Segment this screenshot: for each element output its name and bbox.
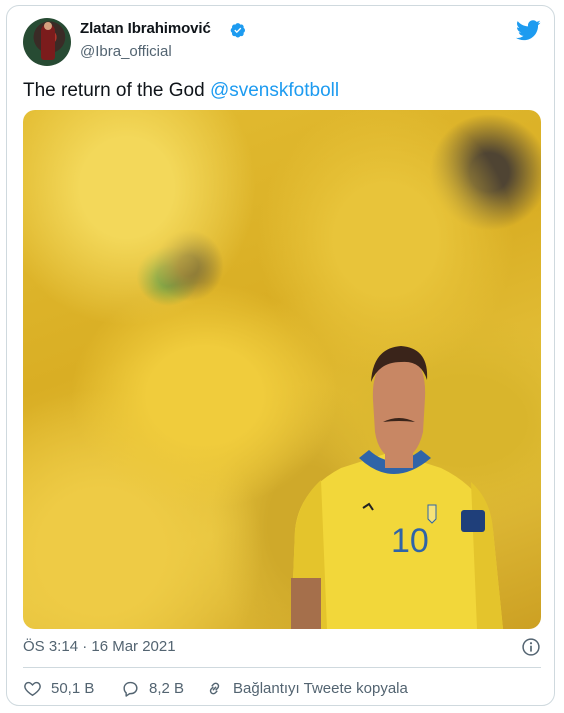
tweet-photo[interactable]: 10 bbox=[23, 110, 541, 629]
copy-link-label: Bağlantıyı Tweete kopyala bbox=[233, 679, 408, 697]
mention-link[interactable]: @svenskfotboll bbox=[210, 80, 339, 101]
like-count: 50,1 B bbox=[51, 679, 95, 697]
player-figure: 10 bbox=[291, 346, 503, 629]
jersey-number: 10 bbox=[391, 522, 429, 560]
link-icon bbox=[209, 682, 220, 694]
timestamp[interactable]: ÖS 3:14 · 16 Mar 2021 bbox=[23, 638, 176, 655]
copy-link-button[interactable]: Bağlantıyı Tweete kopyala bbox=[205, 678, 408, 698]
info-icon[interactable] bbox=[521, 637, 541, 657]
twitter-bird-icon[interactable] bbox=[516, 20, 541, 41]
author-handle[interactable]: @Ibra_official bbox=[80, 43, 172, 60]
tweet-card[interactable]: Zlatan Ibrahimović @Ibra_official The re… bbox=[6, 5, 555, 706]
divider bbox=[23, 667, 541, 668]
avatar[interactable] bbox=[23, 18, 71, 66]
like-button[interactable]: 50,1 B bbox=[23, 678, 94, 698]
avatar-head bbox=[44, 22, 52, 30]
reply-count: 8,2 B bbox=[149, 679, 185, 697]
verified-badge-icon bbox=[230, 23, 245, 38]
author-name[interactable]: Zlatan Ibrahimović bbox=[80, 20, 211, 37]
tweet-text: The return of the God @svenskfotboll bbox=[23, 80, 339, 102]
reply-button[interactable]: 8,2 B bbox=[121, 678, 184, 698]
heart-icon bbox=[24, 681, 41, 696]
tweet-body: The return of the God bbox=[23, 80, 210, 101]
speech-bubble-icon bbox=[123, 681, 138, 697]
